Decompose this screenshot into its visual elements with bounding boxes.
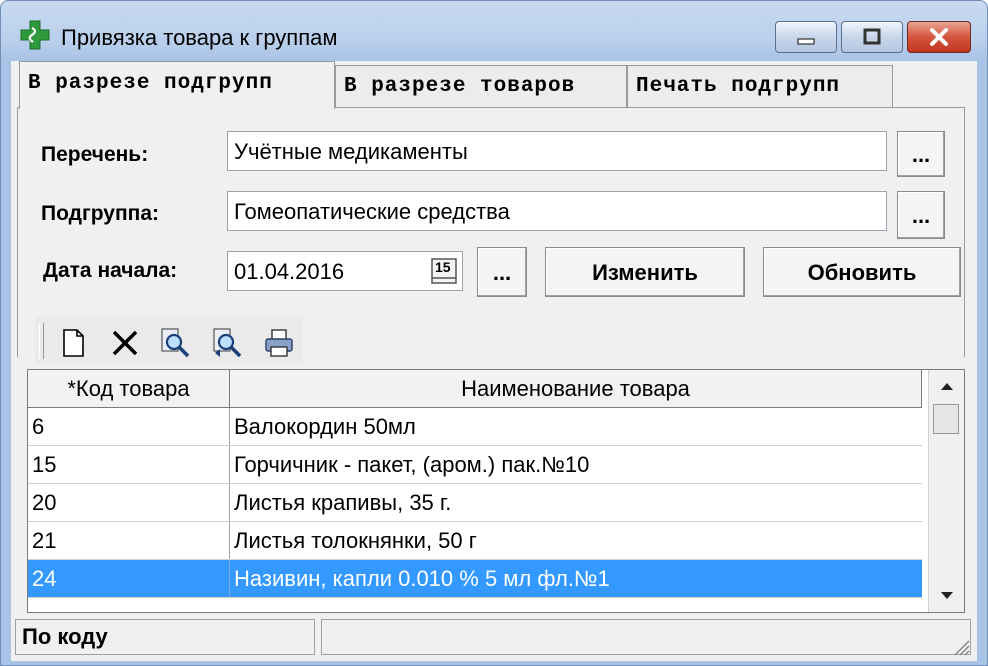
cell-name: Листья крапивы, 35 г. xyxy=(234,490,452,515)
scroll-up-arrow-icon[interactable] xyxy=(937,378,957,394)
status-sort-mode: По коду xyxy=(15,619,315,655)
title-bar[interactable]: Привязка товара к группам xyxy=(1,1,987,59)
subgroup-label: Подгруппа: xyxy=(41,202,159,225)
new-document-icon[interactable] xyxy=(57,327,89,359)
cell-code: 20 xyxy=(28,484,230,521)
status-info xyxy=(321,619,971,655)
start-date-value: 01.04.2016 xyxy=(234,259,345,284)
subgroup-browse-button[interactable]: ... xyxy=(897,191,945,239)
tab-label: В разрезе товаров xyxy=(344,75,576,98)
status-bar: По коду xyxy=(11,615,977,661)
table-row[interactable]: 15 Горчичник - пакет, (аром.) пак.№10 xyxy=(28,446,922,484)
list-label: Перечень: xyxy=(41,143,149,166)
list-browse-button[interactable]: ... xyxy=(897,131,945,177)
print-icon[interactable] xyxy=(263,327,295,359)
maximize-button[interactable] xyxy=(841,21,903,53)
resize-grip-icon[interactable] xyxy=(951,637,971,657)
subgroup-field[interactable]: Гомеопатические средства xyxy=(227,191,887,231)
cell-name: Горчичник - пакет, (аром.) пак.№10 xyxy=(234,452,590,477)
date-browse-button[interactable]: ... xyxy=(477,247,527,297)
tab-by-products[interactable]: В разрезе товаров xyxy=(335,65,627,107)
vertical-scrollbar[interactable] xyxy=(928,370,964,612)
app-window: Привязка товара к группам В разрезе подг… xyxy=(0,0,988,666)
table-row[interactable]: 20 Листья крапивы, 35 г. xyxy=(28,484,922,522)
toolbar xyxy=(35,317,303,365)
maximize-icon xyxy=(863,28,881,45)
cell-code: 21 xyxy=(28,522,230,559)
start-date-label: Дата начала: xyxy=(43,259,178,282)
cell-name: Листья толокнянки, 50 г xyxy=(234,528,477,553)
cell-code: 15 xyxy=(28,446,230,483)
delete-cross-icon[interactable] xyxy=(109,327,141,359)
close-icon xyxy=(930,28,948,46)
column-header-code[interactable]: *Код товара xyxy=(28,370,230,408)
client-area: В разрезе подгрупп В разрезе товаров Печ… xyxy=(11,61,977,661)
window-title: Привязка товара к группам xyxy=(61,25,338,50)
cell-name: Валокордин 50мл xyxy=(234,414,416,439)
minimize-button[interactable] xyxy=(775,21,837,53)
table-row[interactable]: 21 Листья толокнянки, 50 г xyxy=(28,522,922,560)
calendar-button[interactable]: 15 xyxy=(431,258,457,284)
list-field[interactable]: Учётные медикаменты xyxy=(227,131,887,171)
tab-label: Печать подгрупп xyxy=(636,75,841,98)
find-next-icon[interactable] xyxy=(211,327,243,359)
table-row-selected[interactable]: 24 Називин, капли 0.010 % 5 мл фл.№1 xyxy=(28,560,922,598)
cell-name: Називин, капли 0.010 % 5 мл фл.№1 xyxy=(234,566,610,591)
toolbar-grip[interactable] xyxy=(39,323,44,359)
start-date-field[interactable]: 01.04.2016 xyxy=(227,251,463,291)
column-header-name[interactable]: Наименование товара xyxy=(230,370,922,408)
products-grid: *Код товара Наименование товара 6 Валоко… xyxy=(27,369,965,613)
minimize-icon xyxy=(797,38,815,45)
green-cross-app-icon xyxy=(20,20,50,50)
change-button[interactable]: Изменить xyxy=(545,247,745,297)
table-row[interactable]: 6 Валокордин 50мл xyxy=(28,408,922,446)
tab-print-subgroups[interactable]: Печать подгрупп xyxy=(627,65,893,107)
close-button[interactable] xyxy=(907,21,971,53)
tab-label: В разрезе подгрупп xyxy=(28,72,273,95)
scroll-down-arrow-icon[interactable] xyxy=(937,588,957,604)
calendar-glyph: 15 xyxy=(435,259,451,275)
tab-by-subgroups[interactable]: В разрезе подгрупп xyxy=(19,61,335,109)
cell-code: 6 xyxy=(28,408,230,445)
find-icon[interactable] xyxy=(159,327,191,359)
cell-code: 24 xyxy=(28,560,230,597)
refresh-button[interactable]: Обновить xyxy=(763,247,961,297)
scroll-thumb[interactable] xyxy=(933,404,959,434)
